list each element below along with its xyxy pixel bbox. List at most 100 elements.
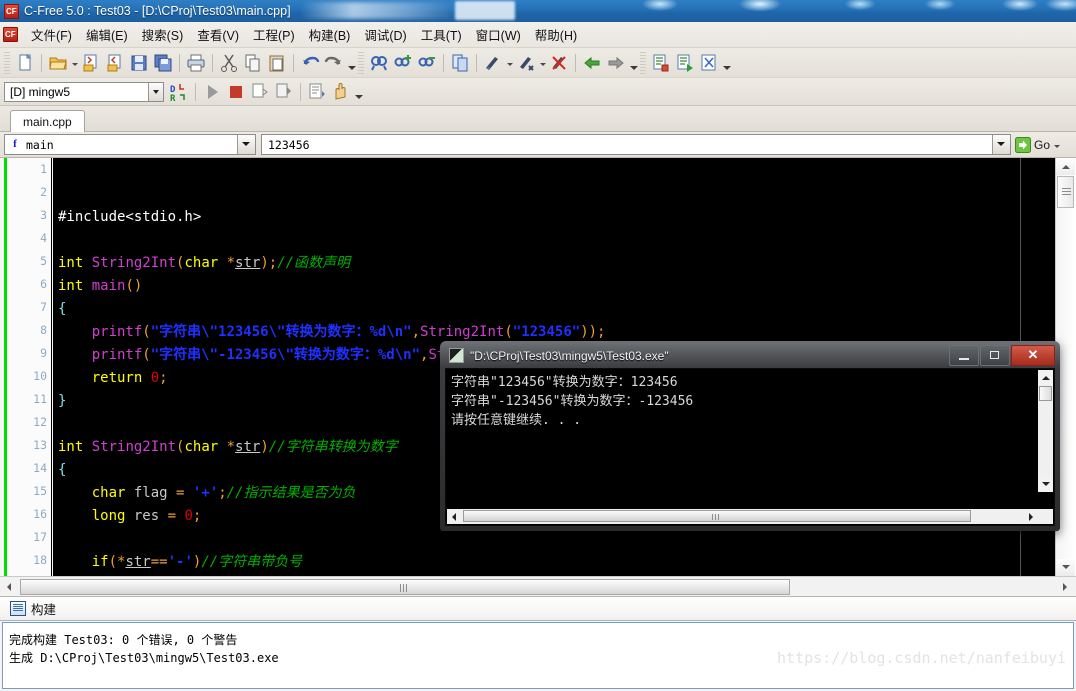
build-output-panel: 构建 完成构建 Test03: 0 个错误, 0 个警告 生成 D:\CProj\…	[0, 596, 1076, 691]
code-line[interactable]: {	[53, 298, 1055, 321]
code-token: //字符串带负号	[201, 554, 303, 570]
navigate-dropdown-icon[interactable]	[628, 52, 640, 74]
pause-icon[interactable]	[330, 81, 352, 103]
code-token: {	[58, 462, 67, 478]
console-window-buttons	[949, 345, 1055, 366]
editor-horizontal-scrollbar[interactable]	[0, 576, 1076, 596]
compile-file-icon[interactable]	[650, 52, 672, 74]
code-token: ;	[192, 508, 202, 524]
maximize-button[interactable]	[980, 345, 1010, 366]
scroll-down-icon[interactable]	[1056, 559, 1075, 576]
line-number: 10	[33, 369, 47, 383]
toolbar-grip[interactable]	[358, 51, 364, 74]
print-icon[interactable]	[185, 52, 207, 74]
scroll-down-icon[interactable]	[1038, 477, 1053, 492]
code-token: ==	[150, 554, 168, 570]
menu-item-window[interactable]: 窗口(W)	[469, 22, 528, 47]
console-vertical-scrollbar[interactable]	[1037, 370, 1053, 492]
scroll-left-icon[interactable]	[447, 509, 461, 523]
replace-icon[interactable]	[449, 52, 471, 74]
toolbar-separator	[212, 53, 213, 72]
code-line[interactable]: int main()	[53, 275, 1055, 298]
code-line[interactable]: if(*str=='-')//字符串带负号	[53, 551, 1055, 574]
code-line[interactable]: #include<stdio.h>	[53, 206, 1055, 229]
compile-run-icon[interactable]	[674, 52, 696, 74]
code-line[interactable]: int String2Int(char *str);//函数声明	[53, 252, 1055, 275]
go-button[interactable]: Go	[1015, 134, 1061, 156]
chevron-down-icon[interactable]	[148, 82, 163, 101]
find-next-icon[interactable]	[392, 52, 414, 74]
search-input[interactable]: 123456	[261, 134, 1011, 155]
code-line[interactable]	[53, 528, 1055, 551]
clean-icon[interactable]	[698, 52, 720, 74]
menu-item-search[interactable]: 搜索(S)	[135, 22, 191, 47]
toolbar-grip[interactable]	[4, 51, 10, 74]
bookmark-clear-icon[interactable]	[548, 52, 570, 74]
save-icon[interactable]	[128, 52, 150, 74]
go-dropdown-icon[interactable]	[1052, 134, 1061, 156]
build-panel-tab-label[interactable]: 构建	[31, 599, 56, 618]
chevron-down-icon[interactable]	[992, 135, 1010, 154]
horizontal-scroll-thumb[interactable]	[463, 510, 971, 522]
new-file-icon[interactable]	[14, 52, 36, 74]
console-output: 字符串"123456"转换为数字：123456 字符串"-123456"转换为数字…	[446, 369, 1054, 430]
console-horizontal-scrollbar[interactable]	[447, 508, 1039, 524]
undo-redo-dropdown-icon[interactable]	[346, 52, 358, 74]
open-file-dropdown-icon[interactable]	[70, 52, 79, 74]
build-dropdown-icon[interactable]	[721, 52, 733, 74]
menu-item-file[interactable]: 文件(F)	[24, 22, 79, 47]
menu-item-project[interactable]: 工程(P)	[246, 22, 302, 47]
save-all-icon[interactable]	[152, 52, 174, 74]
menu-item-debug[interactable]: 调试(D)	[357, 22, 413, 47]
menu-item-view[interactable]: 查看(V)	[190, 22, 246, 47]
open-file-icon[interactable]	[47, 52, 69, 74]
scroll-up-icon[interactable]	[1056, 158, 1075, 175]
code-token: if	[91, 554, 109, 570]
debug-dropdown-icon[interactable]	[353, 81, 365, 103]
menu-item-help[interactable]: 帮助(H)	[528, 22, 584, 47]
bookmark-next-icon[interactable]	[515, 52, 537, 74]
close-button[interactable]	[1011, 345, 1055, 366]
tab-main-cpp[interactable]: main.cpp	[10, 110, 85, 132]
code-line[interactable]	[53, 229, 1055, 252]
vertical-scroll-thumb[interactable]	[1057, 176, 1074, 208]
window-title: C-Free 5.0 : Test03 - [D:\CProj\Test03\m…	[24, 4, 291, 18]
console-app-icon	[449, 348, 464, 363]
console-window[interactable]: "D:\CProj\Test03\mingw5\Test03.exe" 字符串"…	[440, 341, 1060, 531]
bookmark-dropdown-icon[interactable]	[505, 52, 514, 74]
scroll-up-icon[interactable]	[1038, 370, 1053, 385]
compiler-settings-icon[interactable]: DR	[168, 81, 190, 103]
toolbar-grip[interactable]	[640, 51, 646, 74]
scroll-left-icon[interactable]	[1, 578, 18, 595]
bookmark-toggle-icon[interactable]	[482, 52, 504, 74]
function-selector[interactable]: f main	[4, 134, 256, 155]
navigate-back-icon[interactable]	[581, 52, 603, 74]
scroll-right-icon[interactable]	[1057, 578, 1074, 595]
find-icon[interactable]	[368, 52, 390, 74]
line-number: 1	[40, 162, 47, 176]
minimize-button[interactable]	[949, 345, 979, 366]
menu-item-tools[interactable]: 工具(T)	[414, 22, 469, 47]
save-project-icon[interactable]	[104, 52, 126, 74]
find-previous-icon[interactable]	[416, 52, 438, 74]
vertical-scroll-thumb[interactable]	[1039, 386, 1052, 401]
bookmark-next-dropdown-icon[interactable]	[538, 52, 547, 74]
toolbar-separator	[179, 53, 180, 72]
compiler-combo[interactable]: [D] mingw5	[4, 81, 164, 102]
menu-item-build[interactable]: 构建(B)	[302, 22, 358, 47]
code-token: 0	[150, 370, 160, 386]
stop-icon[interactable]	[225, 81, 247, 103]
open-project-icon[interactable]	[80, 52, 102, 74]
horizontal-scroll-thumb[interactable]	[20, 579, 790, 595]
menu-item-edit[interactable]: 编辑(E)	[79, 22, 135, 47]
scroll-right-icon[interactable]	[1025, 509, 1039, 523]
code-token: String2Int	[420, 324, 505, 340]
run-icon	[201, 81, 223, 103]
console-body[interactable]: 字符串"123456"转换为数字：123456 字符串"-123456"转换为数字…	[445, 368, 1055, 526]
chevron-down-icon[interactable]	[237, 135, 255, 154]
undo-icon[interactable]	[299, 52, 321, 74]
